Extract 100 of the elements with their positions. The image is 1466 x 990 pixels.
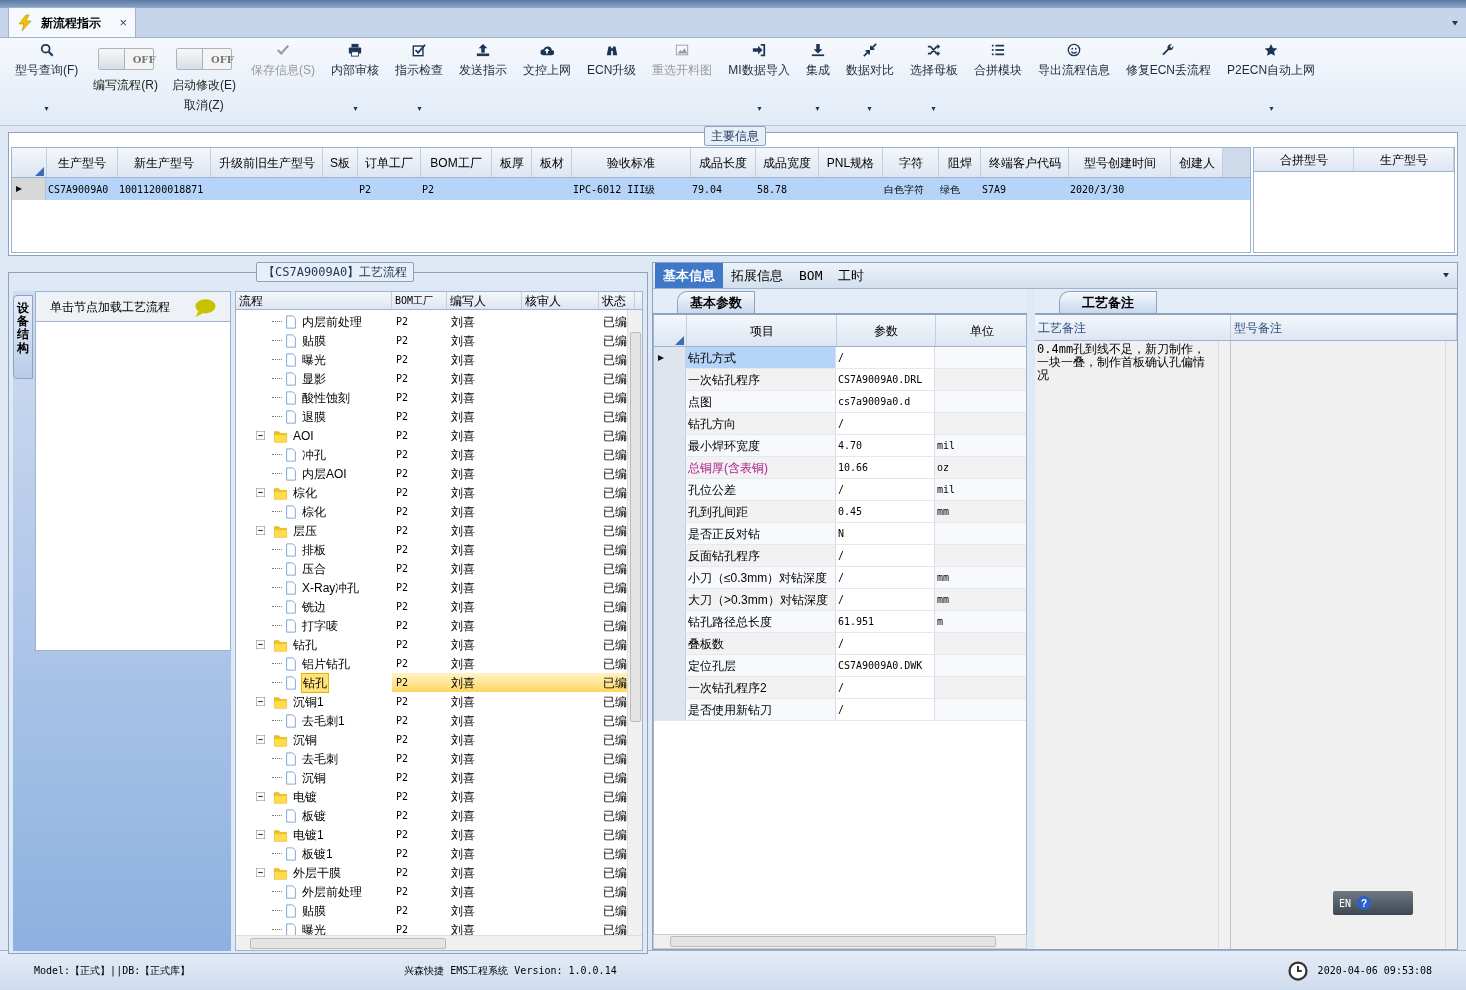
- tree-node-label[interactable]: 贴膜: [301, 901, 327, 920]
- tree-row[interactable]: P2 刘喜 已编: [392, 844, 627, 863]
- table-row[interactable]: 钻孔方向 /: [654, 413, 1026, 435]
- table-row[interactable]: CS7A9009A0 10011200018871 P2 P2 IPC-6012 III级 79.04 58.78 白色字符 绿色 S7A9 2020/3/30: [12, 178, 1250, 200]
- tree-node-label[interactable]: 外层前处理: [301, 882, 363, 901]
- tree-row[interactable]: P2 刘喜 已编: [392, 312, 627, 331]
- tree-node-label[interactable]: 贴膜: [301, 331, 327, 350]
- toolbar-button[interactable]: 选择母板: [902, 38, 965, 125]
- table-row[interactable]: 是否正反对钻 N: [654, 523, 1026, 545]
- tree-node-label[interactable]: 棕化: [292, 483, 318, 502]
- column-header[interactable]: 参数: [836, 315, 935, 346]
- table-row[interactable]: 钻孔方式 /: [654, 347, 1026, 369]
- column-header[interactable]: 成品长度: [690, 148, 755, 177]
- column-header[interactable]: 验收标准: [571, 148, 690, 177]
- tree-row[interactable]: P2 刘喜 已编: [392, 502, 627, 521]
- tree-row[interactable]: P2 刘喜 已编: [392, 920, 627, 935]
- tree-row[interactable]: P2 刘喜 已编: [392, 350, 627, 369]
- dropdown-caret-icon[interactable]: [866, 107, 874, 111]
- tree-node-label[interactable]: 内层AOI: [301, 464, 348, 483]
- tree-row[interactable]: P2 刘喜 已编: [392, 863, 627, 882]
- panel-tab[interactable]: 工艺备注: [1059, 291, 1157, 313]
- tree-row[interactable]: P2 刘喜 已编: [392, 692, 627, 711]
- tree-row[interactable]: P2 刘喜 已编: [392, 673, 627, 692]
- dropdown-caret-icon[interactable]: [43, 107, 51, 111]
- dropdown-caret-icon[interactable]: [351, 107, 359, 111]
- dropdown-caret-icon[interactable]: [814, 107, 822, 111]
- table-row[interactable]: 钻孔路径总长度 61.951 m: [654, 611, 1026, 633]
- column-header[interactable]: PNL规格: [818, 148, 882, 177]
- tree-node-label[interactable]: 曝光: [301, 350, 327, 369]
- column-header[interactable]: 流程: [236, 292, 392, 309]
- tree-row[interactable]: P2 刘喜 已编: [392, 597, 627, 616]
- help-button[interactable]: ?: [1357, 896, 1372, 910]
- collapse-icon[interactable]: [256, 488, 265, 497]
- tree-row[interactable]: P2 刘喜 已编: [392, 806, 627, 825]
- column-header[interactable]: 成品宽度: [755, 148, 818, 177]
- table-row[interactable]: 反面钻孔程序 /: [654, 545, 1026, 567]
- tree-row[interactable]: P2 刘喜 已编: [392, 464, 627, 483]
- tree-node-label[interactable]: 压合: [301, 559, 327, 578]
- tree-row[interactable]: P2 刘喜 已编: [392, 369, 627, 388]
- table-row[interactable]: 大刀（>0.3mm）对钻深度 / mm: [654, 589, 1026, 611]
- tree-node-label[interactable]: X-Ray冲孔: [301, 578, 361, 597]
- dropdown-caret-icon[interactable]: [1441, 272, 1451, 279]
- tree-row[interactable]: P2 刘喜 已编: [392, 730, 627, 749]
- column-header[interactable]: 型号创建时间: [1068, 148, 1170, 177]
- tree-node-label[interactable]: 板镀1: [301, 844, 334, 863]
- side-tab[interactable]: 设备结构: [13, 295, 33, 379]
- toolbar-button[interactable]: 文控上网: [516, 38, 578, 125]
- tab[interactable]: BOM: [791, 263, 831, 288]
- tree-node-label[interactable]: 曝光: [301, 920, 327, 935]
- toolbar-button[interactable]: 导出流程信息: [1030, 38, 1117, 125]
- close-button[interactable]: ×: [119, 12, 127, 33]
- tree-row[interactable]: P2 刘喜 已编: [392, 331, 627, 350]
- tab[interactable]: 拓展信息: [723, 263, 791, 288]
- tree-node-label[interactable]: 打字唛: [301, 616, 339, 635]
- tree-row[interactable]: P2 刘喜 已编: [392, 578, 627, 597]
- table-row[interactable]: 孔位公差 / mil: [654, 479, 1026, 501]
- column-header[interactable]: 板材: [531, 148, 571, 177]
- tree-node-label[interactable]: 显影: [301, 369, 327, 388]
- panel-tab[interactable]: 基本参数: [677, 291, 755, 313]
- table-row[interactable]: 点图 cs7a9009a0.d: [654, 391, 1026, 413]
- tab[interactable]: 工时: [830, 263, 873, 288]
- tree-row[interactable]: P2 刘喜 已编: [392, 407, 627, 426]
- table-row[interactable]: 定位孔层 CS7A9009A0.DWK: [654, 655, 1026, 677]
- column-header[interactable]: 板厚: [491, 148, 531, 177]
- collapse-icon[interactable]: [256, 868, 265, 877]
- tree-node-label[interactable]: 板镀: [301, 806, 327, 825]
- dropdown-caret-icon[interactable]: [1450, 21, 1460, 27]
- tree-row[interactable]: P2 刘喜 已编: [392, 635, 627, 654]
- column-header[interactable]: 合拼型号: [1254, 148, 1354, 171]
- tree-node-label[interactable]: 外层干膜: [292, 863, 342, 882]
- column-header[interactable]: 生产型号: [46, 148, 117, 177]
- table-row[interactable]: 叠板数 /: [654, 633, 1026, 655]
- tree-row[interactable]: P2 刘喜 已编: [392, 388, 627, 407]
- toolbar-button[interactable]: 内部审核: [324, 38, 386, 125]
- tree-row[interactable]: P2 刘喜 已编: [392, 749, 627, 768]
- table-row[interactable]: 总铜厚(含表铜) 10.66 oz: [654, 457, 1026, 479]
- tree-node-label[interactable]: 钻孔: [292, 635, 318, 654]
- tree-node-label[interactable]: 电镀1: [292, 825, 325, 844]
- toolbar-button[interactable]: MI数据导入: [721, 38, 797, 125]
- toolbar-button[interactable]: 发送指示: [452, 38, 514, 125]
- tab[interactable]: 基本信息: [655, 263, 723, 288]
- remark-text[interactable]: 0.4mm孔到线不足，新刀制作，一块一叠，制作首板确认孔偏情况: [1035, 341, 1218, 949]
- toolbar-button[interactable]: 合拼模块: [966, 38, 1029, 125]
- table-row[interactable]: 一次钻孔程序 CS7A9009A0.DRL: [654, 369, 1026, 391]
- toolbar-button[interactable]: P2ECN自动上网: [1220, 38, 1323, 125]
- table-row[interactable]: 孔到孔间距 0.45 mm: [654, 501, 1026, 523]
- toolbar-button[interactable]: 集成: [798, 38, 837, 125]
- tree-row[interactable]: P2 刘喜 已编: [392, 521, 627, 540]
- tree-node-label[interactable]: 退膜: [301, 407, 327, 426]
- dropdown-caret-icon[interactable]: [930, 107, 938, 111]
- tree-row[interactable]: P2 刘喜 已编: [392, 882, 627, 901]
- tree-row[interactable]: P2 刘喜 已编: [392, 616, 627, 635]
- language-bar[interactable]: EN ?: [1333, 891, 1413, 915]
- tree-node-label[interactable]: 酸性蚀刻: [301, 388, 351, 407]
- tree-row[interactable]: P2 刘喜 已编: [392, 901, 627, 920]
- tree-node-label[interactable]: 电镀: [292, 787, 318, 806]
- collapse-icon[interactable]: [256, 431, 265, 440]
- tree-node-label[interactable]: 铣边: [301, 597, 327, 616]
- tree-row[interactable]: P2 刘喜 已编: [392, 540, 627, 559]
- column-header[interactable]: 阻焊: [938, 148, 980, 177]
